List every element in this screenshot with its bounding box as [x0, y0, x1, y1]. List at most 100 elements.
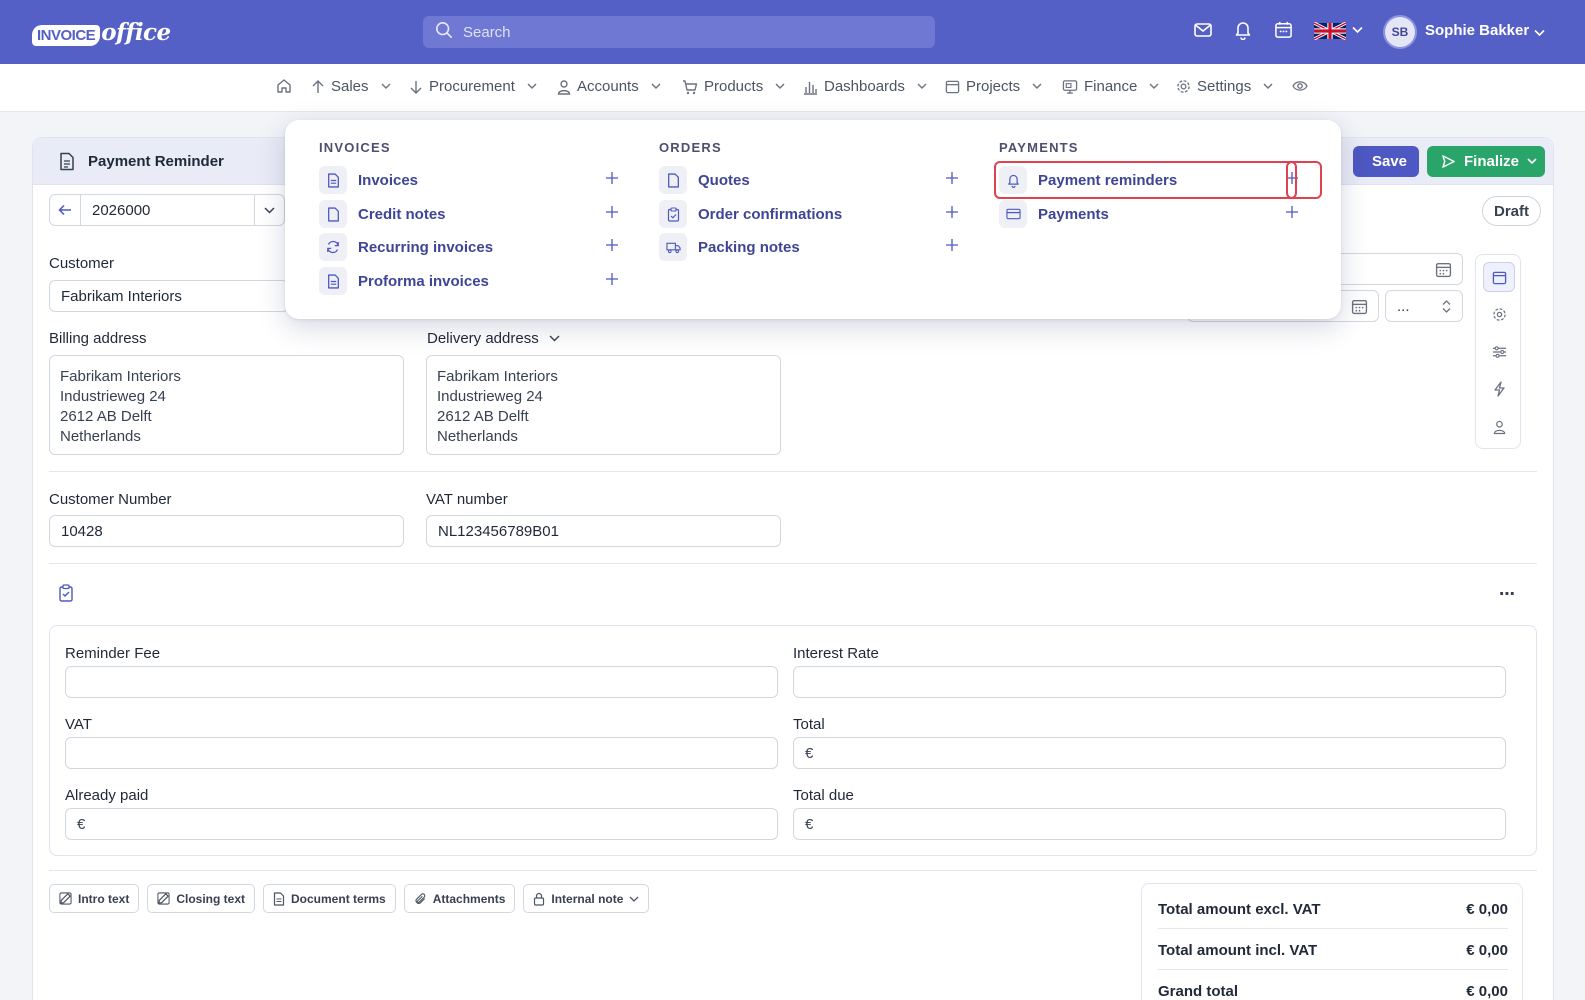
clipboard-icon[interactable] [58, 584, 74, 607]
search-input[interactable] [463, 23, 903, 41]
nav-projects[interactable]: Projects [945, 78, 1042, 95]
lightning-icon[interactable] [1483, 374, 1515, 404]
add-recurring-invoice-plus-icon[interactable] [605, 238, 619, 257]
add-payment-plus-icon[interactable] [1285, 205, 1299, 224]
bell-icon[interactable] [1234, 20, 1252, 40]
user-name[interactable]: Sophie Bakker [1425, 22, 1529, 39]
nav-procurement[interactable]: Procurement [409, 78, 537, 95]
sliders-icon[interactable] [1483, 337, 1515, 367]
menu-item-order-confirmations[interactable]: Order confirmations [659, 199, 959, 229]
number-dropdown-icon[interactable] [254, 195, 284, 225]
customer-number-field[interactable]: 10428 [49, 515, 404, 547]
search-icon [435, 21, 453, 44]
add-packing-note-plus-icon[interactable] [945, 238, 959, 257]
interest-rate-input[interactable] [793, 666, 1506, 698]
truck-icon [659, 233, 687, 261]
monitor-icon [1062, 80, 1078, 94]
billing-line: 2612 AB Delft [60, 408, 152, 425]
calendar-icon[interactable] [1351, 298, 1368, 320]
delivery-address-box[interactable]: Fabrikam Interiors Industrieweg 24 2612 … [426, 355, 781, 455]
mail-icon[interactable] [1193, 20, 1213, 40]
term-select[interactable]: ... [1385, 290, 1463, 322]
nav-accounts[interactable]: Accounts [557, 78, 661, 95]
total-excl-vat-label: Total amount excl. VAT [1158, 901, 1321, 918]
vat-number-field[interactable]: NL123456789B01 [426, 515, 781, 547]
menu-item-packing-notes[interactable]: Packing notes [659, 232, 959, 262]
menu-item-credit-notes[interactable]: Credit notes [319, 199, 619, 229]
calendar-icon[interactable] [1435, 261, 1452, 283]
total-due-input[interactable]: € [793, 808, 1506, 840]
select-arrows-icon [1442, 300, 1451, 313]
menu-item-invoices[interactable]: Invoices [319, 165, 619, 195]
calendar-panel-icon[interactable] [1483, 262, 1515, 292]
customer-field[interactable]: Fabrikam Interiors [49, 280, 289, 312]
save-label: Save [1371, 153, 1407, 170]
back-arrow-icon[interactable] [50, 195, 81, 225]
already-paid-input[interactable]: € [65, 808, 778, 840]
nav-dashboards[interactable]: Dashboards [803, 78, 927, 95]
total-input[interactable]: € [793, 737, 1506, 769]
menu-section-payments: PAYMENTS [965, 140, 1265, 155]
date-field-1[interactable] [1325, 253, 1463, 285]
home-icon[interactable] [276, 78, 292, 94]
menu-item-payments[interactable]: Payments [999, 199, 1299, 229]
closing-text-label: Closing text [176, 891, 246, 906]
menu-item-quotes[interactable]: Quotes [659, 165, 959, 195]
intro-text-button[interactable]: Intro text [49, 884, 140, 913]
calendar-icon[interactable] [1274, 20, 1293, 39]
uk-flag-icon[interactable] [1314, 22, 1346, 40]
internal-note-button[interactable]: Internal note [523, 884, 650, 913]
menu-item-label: Credit notes [358, 205, 446, 223]
sales-mega-menu: INVOICES Invoices Credit notes Recurring… [285, 120, 1341, 319]
calendar-icon [945, 80, 960, 94]
customer-number-value: 10428 [61, 522, 103, 540]
document-number-input[interactable] [81, 195, 254, 225]
attachments-label: Attachments [432, 891, 506, 906]
eye-icon[interactable] [1292, 80, 1308, 92]
attachments-button[interactable]: Attachments [403, 884, 516, 913]
language-chevron-icon[interactable] [1352, 26, 1363, 34]
reminder-fee-input[interactable] [65, 666, 778, 698]
invoice-icon [319, 166, 347, 194]
nav-sales-label: Sales [331, 78, 369, 95]
user-chevron-icon[interactable] [1534, 24, 1545, 42]
delivery-line: 2612 AB Delft [437, 408, 529, 425]
menu-item-proforma-invoices[interactable]: Proforma invoices [319, 266, 619, 296]
nav-procurement-label: Procurement [429, 78, 515, 95]
gear-icon[interactable] [1483, 299, 1515, 329]
chevron-down-icon [1527, 158, 1537, 165]
search-bar[interactable] [423, 16, 935, 48]
highlight-add-payment-reminder [1286, 161, 1322, 199]
divider [1158, 969, 1508, 970]
nav-settings[interactable]: Settings [1176, 78, 1273, 95]
customer-label: Customer [49, 255, 115, 272]
add-order-confirmation-plus-icon[interactable] [945, 205, 959, 224]
menu-heading-payments: PAYMENTS [999, 140, 1079, 155]
delivery-address-toggle[interactable]: Delivery address [427, 330, 560, 347]
billing-address-box[interactable]: Fabrikam Interiors Industrieweg 24 2612 … [49, 355, 404, 455]
status-badge: Draft [1482, 196, 1542, 226]
more-options-icon[interactable]: ⋯ [1499, 584, 1516, 604]
total-incl-vat-label: Total amount incl. VAT [1158, 942, 1318, 959]
document-icon [273, 891, 285, 906]
add-quote-plus-icon[interactable] [945, 171, 959, 190]
finalize-button[interactable]: Finalize [1427, 146, 1545, 177]
avatar[interactable]: SB [1383, 15, 1417, 49]
nav-finance[interactable]: Finance [1062, 78, 1159, 95]
nav-products[interactable]: Products [682, 78, 785, 95]
add-invoice-plus-icon[interactable] [605, 171, 619, 190]
add-credit-note-plus-icon[interactable] [605, 205, 619, 224]
closing-text-button[interactable]: Closing text [147, 884, 256, 913]
vat-input[interactable] [65, 737, 778, 769]
delivery-line: Industrieweg 24 [437, 388, 543, 405]
nav-sales[interactable]: Sales [311, 78, 391, 95]
document-terms-button[interactable]: Document terms [263, 884, 396, 913]
person-icon[interactable] [1483, 412, 1515, 442]
save-button[interactable]: Save [1353, 146, 1419, 177]
total-excl-vat-value: € 0,00 [1466, 901, 1508, 918]
menu-item-recurring-invoices[interactable]: Recurring invoices [319, 232, 619, 262]
lock-icon [534, 892, 545, 906]
chevron-down-icon [651, 83, 661, 89]
app-logo[interactable]: INVOICE office [32, 14, 171, 50]
add-proforma-invoice-plus-icon[interactable] [605, 272, 619, 291]
